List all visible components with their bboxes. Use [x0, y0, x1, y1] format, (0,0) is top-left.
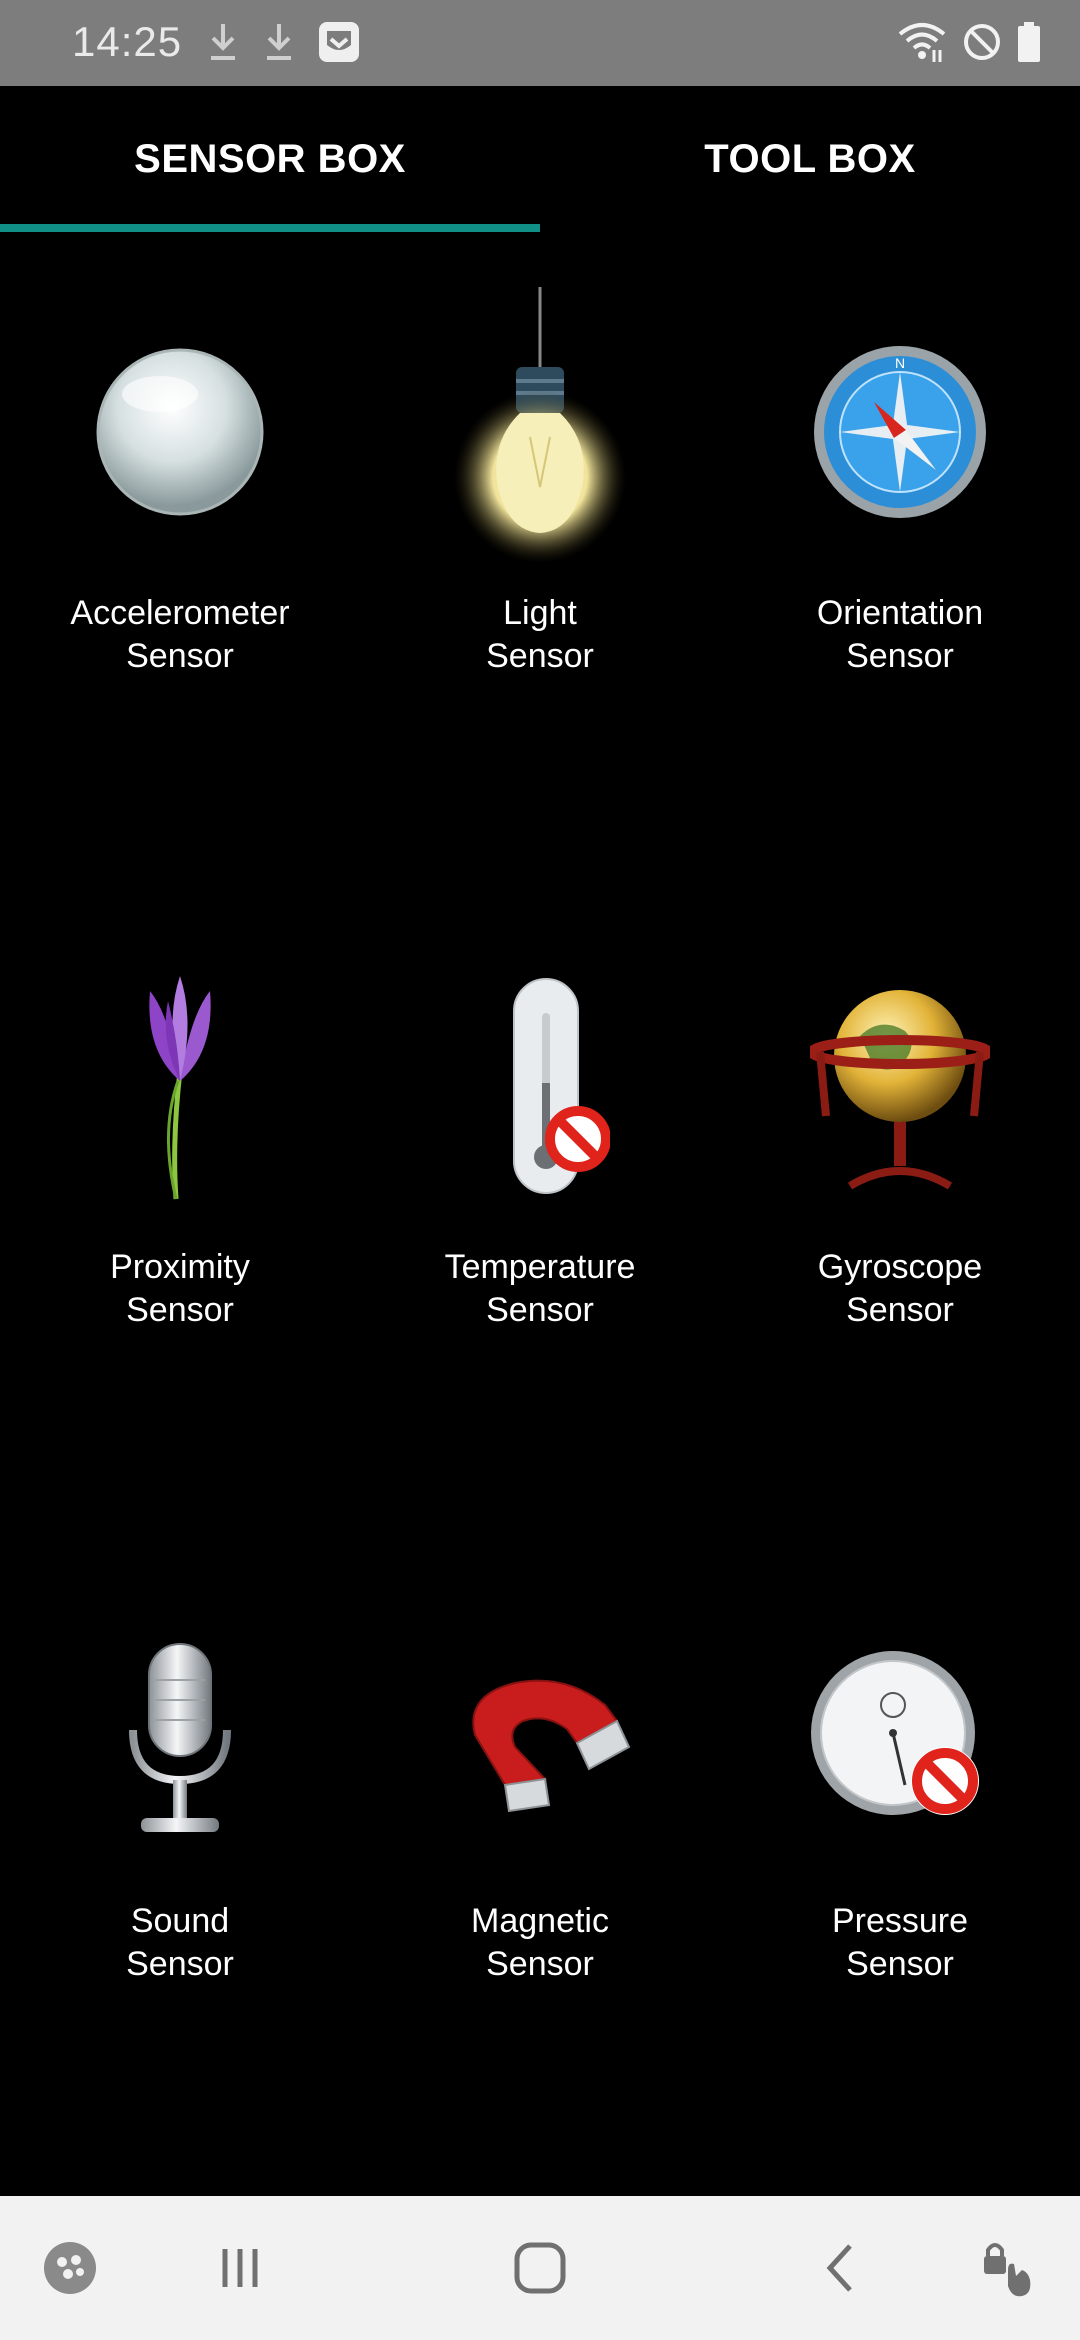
home-icon: [514, 2242, 566, 2294]
sensor-label-line2: Sensor: [846, 1291, 954, 1329]
glass-sphere-icon: [96, 348, 264, 516]
sensor-label-line2: Sensor: [126, 1291, 234, 1329]
tab-sensor-box[interactable]: SENSOR BOX: [0, 86, 540, 232]
back-button[interactable]: [790, 2196, 890, 2340]
system-nav-bar: [0, 2196, 1080, 2340]
sensor-item-sound[interactable]: Sound Sensor: [0, 1590, 360, 1986]
touch-lock-button[interactable]: [960, 2196, 1060, 2340]
sensor-label-line1: Light: [503, 594, 577, 632]
status-notification-icons: [206, 20, 360, 64]
sensor-label-line2: Sensor: [846, 1945, 954, 1983]
globe-gyroscope-icon: [810, 990, 990, 1190]
microphone-icon: [129, 1643, 231, 1832]
status-bar: 14:25: [0, 0, 1080, 86]
compass-icon: N: [814, 346, 986, 518]
sensor-label-line2: Sensor: [486, 637, 594, 675]
barometer-unavailable-icon: [811, 1651, 979, 1815]
sensor-label-line1: Temperature: [444, 1248, 636, 1286]
crocus-flower-icon: [149, 976, 211, 1200]
sensor-label-line2: Sensor: [126, 1945, 234, 1983]
sensor-label-line2: Sensor: [846, 637, 954, 675]
tab-bar: SENSOR BOX TOOL BOX: [0, 86, 1080, 232]
touch-lock-icon: [984, 2243, 1031, 2297]
tab-selected-indicator: [0, 224, 540, 232]
download-icon: [267, 24, 291, 60]
tab-tool-box[interactable]: TOOL BOX: [540, 86, 1080, 232]
recent-apps-button[interactable]: [190, 2196, 290, 2340]
sensor-label-line1: Orientation: [816, 594, 984, 632]
light-bulb-icon: [454, 287, 626, 563]
sensor-item-accelerometer[interactable]: Accelerometer Sensor: [0, 282, 360, 678]
sensor-item-temperature[interactable]: Temperature Sensor: [360, 936, 720, 1332]
do-not-disturb-icon: [964, 24, 1000, 60]
sensor-item-orientation[interactable]: N Orientation Sensor: [720, 282, 1080, 678]
back-icon: [826, 2244, 852, 2292]
recent-apps-icon: [222, 2249, 258, 2287]
sensor-label-line1: Magnetic: [471, 1902, 609, 1940]
sensor-label-line2: Sensor: [486, 1291, 594, 1329]
horseshoe-magnet-icon: [472, 1679, 631, 1813]
sensor-label-line1: Sound: [130, 1902, 230, 1940]
sensor-label-line1: Proximity: [110, 1248, 250, 1286]
sensor-label-line2: Sensor: [486, 1945, 594, 1983]
svg-text:N: N: [895, 355, 905, 371]
thermometer-unavailable-icon: [513, 978, 610, 1194]
sensor-label-line1: Pressure: [831, 1902, 969, 1940]
game-launcher-icon: [44, 2242, 96, 2294]
app-shield-icon: [319, 22, 359, 62]
status-time: 14:25: [72, 18, 183, 65]
sensor-item-magnetic[interactable]: Magnetic Sensor: [360, 1590, 720, 1986]
home-button[interactable]: [490, 2196, 590, 2340]
battery-icon: [1018, 22, 1040, 62]
game-launcher-button[interactable]: [30, 2196, 110, 2340]
status-system-icons: [896, 20, 1042, 64]
wifi-icon: [898, 23, 946, 62]
sensor-item-pressure[interactable]: Pressure Sensor: [720, 1590, 1080, 1986]
sensor-item-proximity[interactable]: Proximity Sensor: [0, 936, 360, 1332]
sensor-item-light[interactable]: Light Sensor: [360, 282, 720, 678]
sensor-label-line1: Accelerometer: [70, 594, 290, 632]
sensor-label-line1: Gyroscope: [817, 1248, 983, 1286]
download-icon: [211, 24, 235, 60]
sensor-label-line2: Sensor: [126, 637, 234, 675]
sensor-item-gyroscope[interactable]: Gyroscope Sensor: [720, 936, 1080, 1332]
